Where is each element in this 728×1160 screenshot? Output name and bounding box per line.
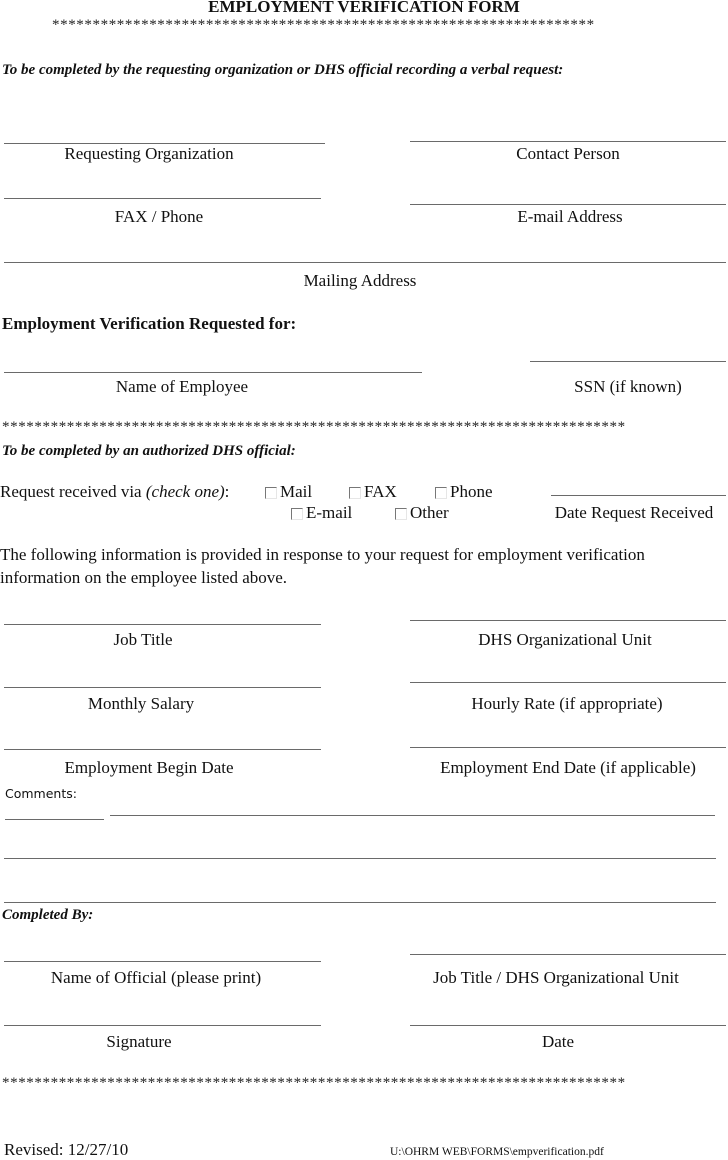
official-title-line[interactable]	[410, 954, 726, 955]
revised-date: Revised: 12/27/10	[4, 1140, 129, 1159]
checkbox-email[interactable]	[291, 508, 303, 520]
request-via-hint: (check one)	[145, 482, 225, 501]
monthly-salary-line[interactable]	[4, 687, 321, 688]
contact-person-line[interactable]	[410, 141, 726, 142]
file-path: U:\OHRM WEB\FORMS\empverification.pdf	[390, 1146, 604, 1158]
request-via-text: Request received via	[0, 482, 146, 501]
date-label: Date	[541, 1032, 575, 1051]
ssn-label: SSN (if known)	[574, 377, 682, 396]
fax-phone-line[interactable]	[4, 198, 321, 199]
info-text-line2: information on the employee listed above…	[0, 568, 288, 587]
monthly-salary-label: Monthly Salary	[87, 694, 195, 713]
hourly-rate-label: Hourly Rate (if appropriate)	[471, 694, 663, 713]
date-line[interactable]	[410, 1025, 726, 1026]
employee-name-line[interactable]	[4, 372, 422, 373]
checkbox-fax[interactable]	[349, 487, 361, 499]
section3-instruction: To be completed by an authorized DHS off…	[2, 443, 296, 459]
comments-line-3[interactable]	[4, 902, 716, 903]
begin-date-line[interactable]	[4, 749, 321, 750]
end-date-line[interactable]	[410, 747, 726, 748]
option-phone[interactable]: Phone	[435, 482, 493, 502]
signature-label: Signature	[106, 1032, 172, 1051]
option-fax-label: FAX	[364, 482, 397, 501]
dhs-unit-line[interactable]	[410, 620, 726, 621]
request-via-colon: :	[224, 482, 230, 501]
employee-name-label: Name of Employee	[115, 377, 249, 396]
section1-instruction: To be completed by the requesting organi…	[2, 62, 564, 78]
section4-heading: Completed By:	[2, 907, 94, 923]
date-received-label: Date Request Received	[554, 503, 714, 522]
official-name-line[interactable]	[4, 961, 321, 962]
form-title: EMPLOYMENT VERIFICATION FORM	[208, 0, 520, 16]
option-phone-label: Phone	[450, 482, 493, 501]
option-email-label: E-mail	[306, 503, 353, 522]
fax-phone-label: FAX / Phone	[114, 207, 204, 226]
info-text-line1: The following information is provided in…	[0, 545, 645, 564]
job-title-label: Job Title	[113, 630, 173, 649]
end-date-label: Employment End Date (if applicable)	[440, 758, 696, 777]
mailing-address-line[interactable]	[4, 262, 726, 263]
option-fax[interactable]: FAX	[349, 482, 397, 502]
option-mail-label: Mail	[280, 482, 313, 501]
comments-line-short[interactable]	[5, 819, 104, 820]
comments-label: Comments:	[5, 786, 77, 801]
separator-top: ****************************************…	[52, 17, 595, 33]
signature-line[interactable]	[4, 1025, 321, 1026]
ssn-line[interactable]	[530, 361, 726, 362]
hourly-rate-line[interactable]	[410, 682, 726, 683]
official-title-label: Job Title / DHS Organizational Unit	[433, 968, 679, 987]
email-address-line[interactable]	[410, 204, 726, 205]
job-title-line[interactable]	[4, 624, 321, 625]
mailing-address-label: Mailing Address	[303, 271, 417, 290]
begin-date-label: Employment Begin Date	[64, 758, 234, 777]
dhs-unit-label: DHS Organizational Unit	[478, 630, 652, 649]
section2-heading: Employment Verification Requested for:	[2, 314, 297, 333]
checkbox-phone[interactable]	[435, 487, 447, 499]
option-mail[interactable]: Mail	[265, 482, 312, 502]
checkbox-other[interactable]	[395, 508, 407, 520]
date-received-line[interactable]	[551, 495, 726, 496]
separator-bottom: ****************************************…	[2, 1075, 626, 1091]
email-address-label: E-mail Address	[517, 207, 623, 226]
option-email[interactable]: E-mail	[291, 503, 352, 523]
option-other-label: Other	[410, 503, 449, 522]
comments-line-2[interactable]	[4, 858, 716, 859]
contact-person-label: Contact Person	[516, 144, 620, 163]
official-name-label: Name of Official (please print)	[50, 968, 262, 987]
requesting-org-label: Requesting Organization	[64, 144, 234, 163]
separator-middle: ****************************************…	[2, 419, 626, 435]
comments-line-1[interactable]	[110, 815, 715, 816]
option-other[interactable]: Other	[395, 503, 449, 523]
request-via-label: Request received via (check one):	[0, 482, 229, 502]
checkbox-mail[interactable]	[265, 487, 277, 499]
